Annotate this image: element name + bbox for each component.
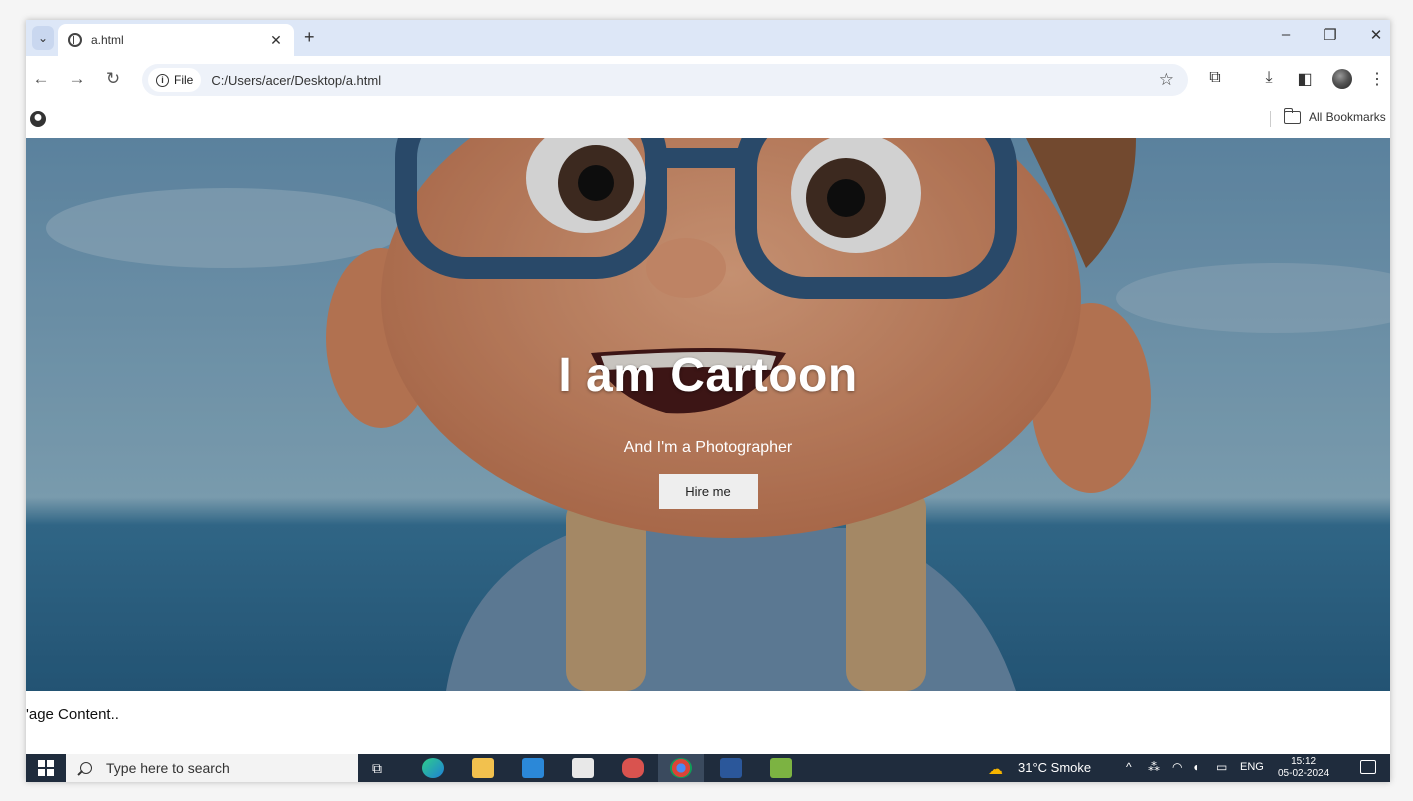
globe-icon: [68, 33, 82, 47]
mail-icon[interactable]: [522, 758, 544, 778]
clock-date: 05-02-2024: [1278, 768, 1330, 779]
close-tab-icon[interactable]: ✕: [268, 32, 284, 49]
browser-tab-active[interactable]: a.html ✕: [58, 24, 294, 56]
bookmark-star-icon[interactable]: ☆: [1159, 70, 1174, 90]
hire-me-button[interactable]: Hire me: [658, 474, 758, 509]
info-icon: i: [156, 73, 169, 87]
restore-icon[interactable]: ❐: [1320, 26, 1340, 44]
all-bookmarks-button[interactable]: All Bookmarks: [1283, 107, 1386, 124]
chrome-icon[interactable]: [670, 758, 692, 778]
extensions-puzzle-icon[interactable]: ⧉: [1204, 69, 1226, 87]
word-icon[interactable]: [720, 758, 742, 778]
profile-avatar-icon[interactable]: [1332, 69, 1352, 89]
taskbar-search-placeholder: Type here to search: [106, 760, 230, 776]
tab-strip: ⌄ a.html ✕ + – ❐ ✕: [26, 20, 1390, 56]
search-icon: [80, 762, 92, 774]
file-explorer-icon[interactable]: [472, 758, 494, 778]
download-icon[interactable]: ⤓: [1258, 69, 1280, 87]
app-icon[interactable]: [622, 758, 644, 778]
browser-window: ⌄ a.html ✕ + – ❐ ✕ ← → ↻ i File C:/Users…: [26, 20, 1390, 782]
bookmarks-divider: [1270, 111, 1271, 127]
minimize-icon[interactable]: –: [1276, 26, 1296, 43]
edge-icon[interactable]: [422, 758, 444, 778]
volume-icon[interactable]: ◖: [1192, 760, 1199, 774]
back-arrow-icon[interactable]: ←: [30, 68, 52, 90]
start-button[interactable]: [26, 754, 66, 782]
address-bar[interactable]: i File C:/Users/acer/Desktop/a.html ☆: [142, 64, 1188, 96]
weather-text[interactable]: 31°C Smoke: [1018, 760, 1091, 775]
language-indicator[interactable]: ENG: [1240, 761, 1264, 773]
store-icon[interactable]: [572, 758, 594, 778]
bookmark-favicon-icon[interactable]: [30, 111, 46, 127]
task-view-icon[interactable]: ⧉: [372, 760, 382, 777]
tab-title: a.html: [91, 33, 124, 47]
weather-icon[interactable]: ☁: [988, 760, 1003, 778]
photos-icon[interactable]: [770, 758, 792, 778]
hero-title: I am Cartoon: [558, 349, 858, 402]
window-close-icon[interactable]: ✕: [1366, 26, 1386, 44]
url-text[interactable]: C:/Users/acer/Desktop/a.html: [211, 73, 1158, 88]
clock-time: 15:12: [1291, 756, 1317, 767]
reload-icon[interactable]: ↻: [102, 68, 124, 90]
site-info-chip[interactable]: i File: [148, 68, 202, 92]
folder-icon: [1283, 107, 1301, 124]
site-chip-label: File: [174, 73, 194, 87]
screenshot-frame: ⌄ a.html ✕ + – ❐ ✕ ← → ↻ i File C:/Users…: [0, 0, 1413, 801]
tray-app-icon[interactable]: ⁂: [1148, 760, 1160, 774]
taskbar-clock[interactable]: 15:12 05-02-2024: [1278, 756, 1329, 780]
hero-subtitle: And I'm a Photographer: [623, 439, 793, 456]
hero-section: I am Cartoon And I'm a Photographer Hire…: [26, 138, 1390, 691]
all-bookmarks-label: All Bookmarks: [1309, 110, 1386, 124]
tray-chevron-up-icon[interactable]: ^: [1126, 760, 1132, 774]
bookmarks-bar: All Bookmarks: [26, 102, 1390, 136]
notification-icon[interactable]: [1360, 760, 1376, 774]
taskbar-search[interactable]: Type here to search: [66, 754, 358, 782]
new-tab-button[interactable]: +: [304, 28, 315, 46]
windows-logo-icon: [38, 760, 54, 776]
hero-content: I am Cartoon And I'm a Photographer Hire…: [26, 348, 1390, 509]
wifi-icon[interactable]: ◠: [1172, 760, 1182, 774]
tab-search-chevron-icon[interactable]: ⌄: [32, 26, 54, 50]
browser-toolbar: ← → ↻ i File C:/Users/acer/Desktop/a.htm…: [26, 56, 1390, 102]
battery-icon[interactable]: ▭: [1216, 760, 1227, 774]
forward-arrow-icon[interactable]: →: [66, 68, 88, 90]
side-panel-icon[interactable]: ◧: [1294, 69, 1316, 89]
page-content-text: 'age Content..: [26, 706, 119, 723]
windows-taskbar: Type here to search ⧉ ☁ 31°C Smoke ^ ⁂ ◠…: [26, 754, 1390, 782]
more-menu-icon[interactable]: ⋮: [1366, 69, 1388, 89]
